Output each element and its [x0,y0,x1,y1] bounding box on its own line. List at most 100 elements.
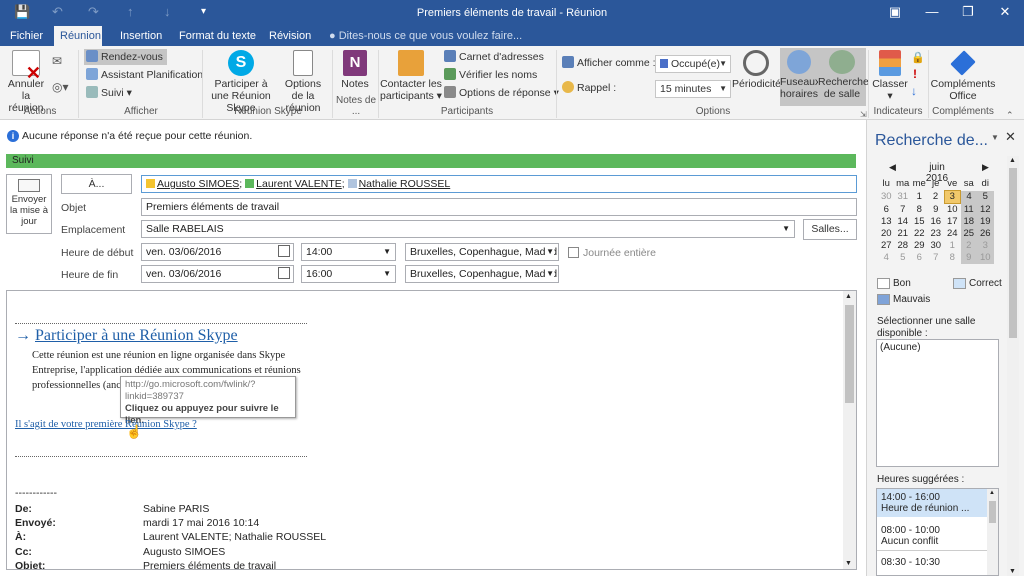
calendar-day[interactable]: 14 [895,216,912,228]
calendar-day[interactable]: 17 [944,216,961,228]
message-body[interactable]: → Participer à une Réunion Skype Cette r… [6,290,857,570]
verifier-noms-button[interactable]: Vérifier les noms [444,67,537,83]
scroll-thumb[interactable] [989,501,996,523]
calendar-day[interactable]: 1 [911,191,928,204]
tab-format-texte[interactable]: Format du texte [173,26,262,46]
tab-fichier[interactable]: Fichier [4,26,49,46]
calendar-day[interactable]: 7 [895,204,912,217]
calendar-day[interactable]: 19 [977,216,994,228]
more-actions-icon[interactable]: ◎▾ [52,80,69,94]
calendar-day[interactable]: 6 [911,252,928,264]
low-importance-icon[interactable]: ↓ [911,84,917,98]
prev-month-icon[interactable]: ◀ [889,162,896,173]
calendar-day[interactable]: 10 [977,252,994,264]
calendar-day[interactable]: 16 [928,216,945,228]
envoyer-mise-a-jour-button[interactable]: Envoyer la mise à jour [6,174,52,234]
body-scrollbar[interactable]: ▲ ▼ [843,291,856,569]
tab-revision[interactable]: Révision [263,26,317,46]
participer-skype-button[interactable]: S Participer à une Réunion Skype [206,50,276,114]
timezone-fin-dropdown[interactable]: Bruxelles, Copenhague, Madrid, ▼ [405,265,559,283]
scroll-down-icon[interactable]: ▼ [845,560,852,567]
calendar-day[interactable]: 3 [977,240,994,252]
date-debut-input[interactable]: ven. 03/06/2016 [141,243,294,261]
suggestion-item[interactable]: 08:30 - 10:30 [877,551,987,571]
scroll-up-icon[interactable]: ▲ [845,293,852,300]
objet-input[interactable]: Premiers éléments de travail [141,198,857,216]
emplacement-input[interactable]: Salle RABELAIS ▼ [141,220,795,238]
rendez-vous-button[interactable]: Rendez-vous [84,49,167,65]
recipient[interactable]: Laurent VALENTE; [245,178,347,190]
heure-fin-dropdown[interactable]: 16:00 ▼ [301,265,396,283]
scroll-down-icon[interactable]: ▼ [1009,568,1016,575]
high-importance-icon[interactable]: ! [913,67,917,81]
calendar-day[interactable]: 28 [895,240,912,252]
notes-button[interactable]: N Notes [336,50,374,90]
periodicite-button[interactable]: Périodicité [732,50,781,90]
scroll-thumb[interactable] [1009,168,1017,338]
chevron-down-icon[interactable]: ▼ [782,221,790,237]
timezone-debut-dropdown[interactable]: Bruxelles, Copenhague, Madrid, ▼ [405,243,559,261]
calendar-day[interactable]: 9 [928,204,945,217]
calendar-day[interactable]: 23 [928,228,945,240]
tell-me-box[interactable]: ● Dites-nous ce que vous voulez faire... [323,26,528,46]
calendar-day[interactable]: 4 [960,190,977,204]
calendar-day[interactable]: 21 [895,228,912,240]
calendar-day[interactable]: 26 [977,228,994,240]
calendar-icon[interactable] [278,245,290,257]
heure-debut-dropdown[interactable]: 14:00 ▼ [301,243,396,261]
calendar-day[interactable]: 20 [878,228,895,240]
restore-icon[interactable]: ❐ [953,3,983,21]
calendar-day[interactable]: 8 [911,204,928,217]
scroll-up-icon[interactable]: ▲ [1009,157,1016,164]
calendar-day[interactable]: 12 [977,203,994,216]
options-reunion-button[interactable]: Options de la réunion [278,50,328,114]
a-button[interactable]: À... [61,174,132,194]
minimize-icon[interactable]: — [917,3,947,21]
calendar-day[interactable]: 30 [878,191,895,204]
calendar-day[interactable]: 9 [960,252,977,264]
journee-entiere-checkbox[interactable] [568,247,579,258]
skype-join-link[interactable]: → Participer à une Réunion Skype [15,327,238,345]
carnet-adresses-button[interactable]: Carnet d'adresses [444,49,544,65]
room-list[interactable]: (Aucune) [876,339,999,467]
lock-icon[interactable]: 🔒 [911,51,925,64]
forward-icon[interactable]: ✉ [52,54,62,68]
calendar-day[interactable]: 13 [878,216,895,228]
date-fin-input[interactable]: ven. 03/06/2016 [141,265,294,283]
tab-reunion[interactable]: Réunion [54,26,102,46]
calendar-day[interactable]: 30 [928,240,945,252]
calendar-day[interactable]: 8 [944,252,961,264]
tab-insertion[interactable]: Insertion [114,26,168,46]
calendar-icon[interactable] [278,267,290,279]
complements-office-button[interactable]: Compléments Office [930,50,996,102]
suggestions-scrollbar[interactable]: ▲ [987,489,998,575]
calendar-day[interactable]: 6 [878,204,895,217]
calendar-day[interactable]: 24 [944,228,961,240]
close-pane-icon[interactable]: ✕ [1005,129,1016,145]
calendar-day[interactable]: 5 [977,190,994,204]
assistant-planification-button[interactable]: Assistant Planification [86,67,203,83]
calendar-day-selected[interactable]: 3 [943,190,961,204]
classer-button[interactable]: Classer ▾ [872,50,908,102]
calendar-day[interactable]: 5 [895,252,912,264]
scroll-thumb[interactable] [845,305,854,403]
ribbon-display-icon[interactable]: ▣ [880,3,910,21]
calendar-day[interactable]: 27 [878,240,895,252]
options-reponse-button[interactable]: Options de réponse ▾ [444,85,559,101]
suivi-button[interactable]: Suivi ▾ [86,85,132,101]
calendar-day[interactable]: 11 [960,203,977,216]
scroll-up-icon[interactable]: ▲ [989,490,995,496]
suggested-times-list[interactable]: 14:00 - 16:00 Heure de réunion ... 08:00 … [876,488,999,576]
rappel-dropdown[interactable]: 15 minutes ▼ [655,80,731,98]
calendar-day[interactable]: 18 [960,216,977,228]
dialog-launcher-icon[interactable]: ⇲ [860,110,867,119]
first-meeting-link[interactable]: Il s'agit de votre première Réunion Skyp… [15,419,197,430]
room-list-item[interactable]: (Aucune) [880,342,921,353]
close-window-icon[interactable]: ✕ [990,3,1020,21]
calendar-day[interactable]: 10 [944,204,961,217]
recipient[interactable]: Augusto SIMOES; [146,178,245,190]
suggestion-item[interactable]: 08:00 - 10:00 Aucun conflit [877,517,987,551]
salles-button[interactable]: Salles... [803,219,857,240]
calendar-day[interactable]: 1 [944,240,961,252]
calendar-day[interactable]: 31 [895,191,912,204]
